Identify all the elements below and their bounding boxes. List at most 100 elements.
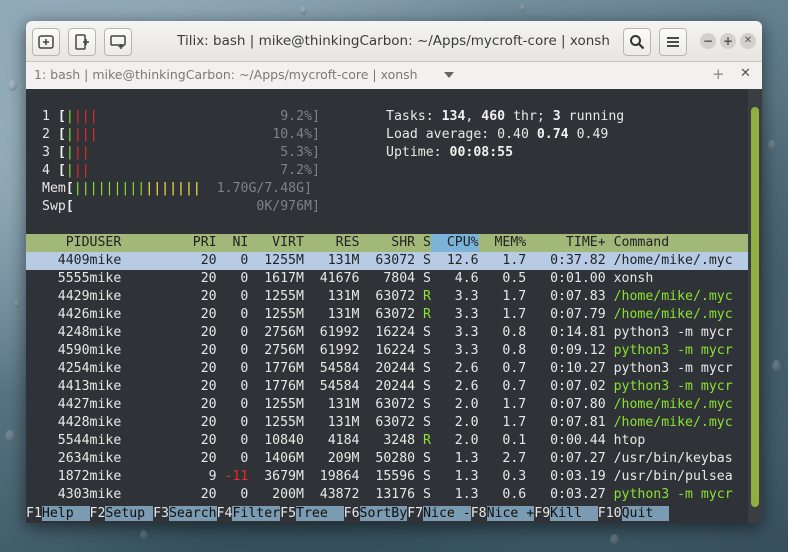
priority-cell: 20 bbox=[137, 361, 217, 376]
split-horizontal-button[interactable] bbox=[104, 28, 132, 56]
nice-cell: 0 bbox=[216, 343, 249, 358]
fkey-number: F2 bbox=[89, 506, 106, 521]
res-cell: 43872 bbox=[303, 487, 360, 502]
res-cell: 131M bbox=[303, 253, 360, 268]
fkey-f2[interactable]: F2Setup bbox=[90, 505, 154, 523]
process-row[interactable]: 4427mike 20 0 1255M 131M 63072 S 2.0 1.7… bbox=[26, 396, 748, 414]
priority-cell: 20 bbox=[137, 415, 217, 430]
priority-cell: 20 bbox=[137, 343, 217, 358]
process-row[interactable]: 4303mike 20 0 200M 43872 13176 S 1.3 0.6… bbox=[26, 486, 748, 504]
virt-cell: 3679M bbox=[248, 469, 304, 484]
pid-cell: 4254 bbox=[26, 361, 90, 376]
user-cell: mike bbox=[89, 271, 138, 286]
scrollbar-thumb[interactable] bbox=[751, 107, 759, 507]
mem-cell: 2.7 bbox=[478, 451, 527, 466]
user-cell: mike bbox=[89, 433, 138, 448]
fkey-f9[interactable]: F9Kill bbox=[534, 505, 598, 523]
dropdown-icon[interactable] bbox=[444, 72, 454, 79]
menu-button[interactable] bbox=[659, 28, 687, 56]
load-1min: 0.40 bbox=[497, 127, 537, 142]
terminal-scrollbar[interactable] bbox=[748, 89, 762, 523]
column-header-shr[interactable]: SHR bbox=[360, 234, 415, 252]
fkey-f8[interactable]: F8Nice + bbox=[471, 505, 535, 523]
process-row[interactable]: 4413mike 20 0 1776M 54584 20244 S 2.6 0.… bbox=[26, 378, 748, 396]
fkey-f1[interactable]: F1Help bbox=[26, 505, 90, 523]
user-cell: mike bbox=[89, 325, 138, 340]
fkey-f5[interactable]: F5Tree bbox=[280, 505, 344, 523]
memory-meter-value: 1.70G/7.48G] bbox=[216, 181, 312, 196]
shr-cell: 50280 bbox=[359, 451, 416, 466]
process-row[interactable]: 4409mike 20 0 1255M 131M 63072 S 12.6 1.… bbox=[26, 252, 748, 270]
command-cell: /home/mike/.myc bbox=[605, 397, 733, 412]
cpu-meter-value: 10.4%] bbox=[272, 127, 320, 142]
add-session-button[interactable]: + bbox=[712, 65, 725, 83]
nice-cell: 0 bbox=[216, 253, 249, 268]
column-header-command[interactable]: Command bbox=[606, 234, 670, 252]
column-header-res[interactable]: RES bbox=[304, 234, 360, 252]
res-cell: 131M bbox=[303, 307, 360, 322]
running-label: running bbox=[560, 109, 625, 124]
cpu-meter: 1 [|||| 9.2%] bbox=[42, 108, 320, 126]
htop-terminal[interactable]: 1 [|||| 9.2%] 2 [|||| 10.4%] 3 [||| 5.3%] 4… bbox=[26, 89, 748, 523]
meter-bar-red: ||| bbox=[73, 109, 98, 124]
shr-cell: 63072 bbox=[359, 289, 416, 304]
fkey-number: F4 bbox=[216, 506, 233, 521]
process-row[interactable]: 1872mike 9 -11 3679M 19864 15596 S 1.3 0… bbox=[26, 468, 748, 486]
mem-cell: 0.5 bbox=[478, 271, 527, 286]
cpu-cell: 1.3 bbox=[430, 487, 479, 502]
process-row[interactable]: 4254mike 20 0 1776M 54584 20244 S 2.6 0.… bbox=[26, 360, 748, 378]
priority-cell: 20 bbox=[137, 271, 217, 286]
res-cell: 61992 bbox=[303, 325, 360, 340]
user-cell: mike bbox=[89, 397, 138, 412]
state-cell: R bbox=[415, 433, 431, 448]
swap-meter: Swp[ 0K/976M] bbox=[42, 198, 320, 216]
process-row[interactable]: 4426mike 20 0 1255M 131M 63072 R 3.3 1.7… bbox=[26, 306, 748, 324]
uptime-value: 00:08:55 bbox=[449, 145, 514, 160]
process-row[interactable]: 2634mike 20 0 1406M 209M 50280 S 1.3 2.7… bbox=[26, 450, 748, 468]
column-header-user[interactable]: USER bbox=[90, 234, 138, 252]
process-row[interactable]: 4590mike 20 0 2756M 61992 16224 S 3.3 0.… bbox=[26, 342, 748, 360]
search-button[interactable] bbox=[623, 28, 651, 56]
column-header-mem[interactable]: MEM% bbox=[479, 234, 526, 252]
fkey-f6[interactable]: F6SortBy bbox=[344, 505, 408, 523]
close-button[interactable]: ✕ bbox=[740, 33, 756, 49]
state-cell: S bbox=[415, 451, 431, 466]
fkey-number: F3 bbox=[153, 506, 169, 521]
nice-cell: 0 bbox=[216, 361, 249, 376]
time-cell: 0:07.02 bbox=[526, 379, 606, 394]
maximize-button[interactable]: + bbox=[720, 33, 736, 49]
process-row[interactable]: 4428mike 20 0 1255M 131M 63072 S 2.0 1.7… bbox=[26, 414, 748, 432]
column-header-pid[interactable]: PID bbox=[26, 234, 90, 252]
fkey-f4[interactable]: F4Filter bbox=[217, 505, 281, 523]
cpu-cell: 2.0 bbox=[430, 433, 479, 448]
column-header-cpu[interactable]: CPU% bbox=[430, 234, 479, 252]
column-header-time[interactable]: TIME+ bbox=[526, 234, 606, 252]
nice-cell: 0 bbox=[216, 307, 249, 322]
column-header-virt[interactable]: VIRT bbox=[248, 234, 304, 252]
add-terminal-button[interactable] bbox=[32, 28, 60, 56]
process-row[interactable]: 4429mike 20 0 1255M 131M 63072 R 3.3 1.7… bbox=[26, 288, 748, 306]
fkey-f7[interactable]: F7Nice - bbox=[407, 505, 471, 523]
process-row[interactable]: 5544mike 20 0 10840 4184 3248 R 2.0 0.1 … bbox=[26, 432, 748, 450]
pid-cell: 4427 bbox=[26, 397, 90, 412]
split-vertical-button[interactable] bbox=[68, 28, 96, 56]
column-header-s[interactable]: S bbox=[415, 234, 431, 252]
pid-cell: 4429 bbox=[26, 289, 90, 304]
close-session-button[interactable]: ✕ bbox=[740, 66, 751, 81]
minimize-button[interactable]: − bbox=[700, 33, 716, 49]
process-row[interactable]: 4248mike 20 0 2756M 61992 16224 S 3.3 0.… bbox=[26, 324, 748, 342]
fkey-f10[interactable]: F10Quit bbox=[598, 505, 670, 523]
state-cell: R bbox=[415, 289, 431, 304]
time-cell: 0:10.27 bbox=[526, 361, 606, 376]
cpu-meter: 3 [||| 5.3%] bbox=[42, 144, 320, 162]
meter-bar-red: || bbox=[73, 163, 90, 178]
meter-bracket: [ bbox=[57, 127, 66, 142]
process-row[interactable]: 5555mike 20 0 1617M 41676 7804 S 4.6 0.5… bbox=[26, 270, 748, 288]
priority-cell: 20 bbox=[137, 307, 217, 322]
state-cell: S bbox=[415, 253, 431, 268]
meter-bar-green: | bbox=[65, 109, 74, 124]
fkey-f3[interactable]: F3Search bbox=[153, 505, 217, 523]
session-title[interactable]: 1: bash | mike@thinkingCarbon: ~/Apps/my… bbox=[34, 67, 418, 82]
column-header-pri[interactable]: PRI bbox=[137, 234, 217, 252]
column-header-ni[interactable]: NI bbox=[217, 234, 248, 252]
